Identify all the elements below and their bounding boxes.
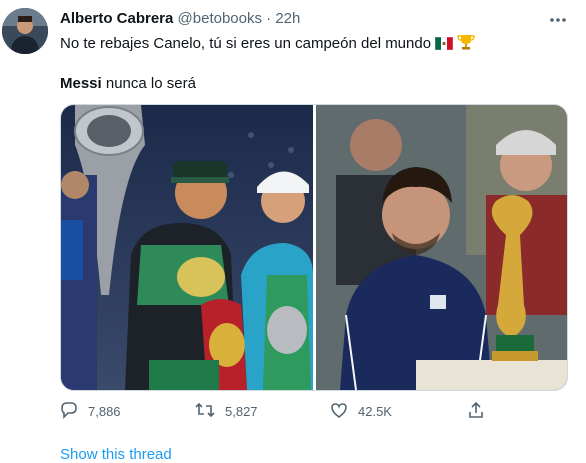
share-icon	[467, 401, 485, 422]
tweet-text: No te rebajes Canelo, tú si eres un camp…	[60, 35, 432, 52]
like-count: 42.5K	[358, 403, 392, 419]
like-button[interactable]: 42.5K	[330, 400, 392, 422]
tweet-text-rest: nunca lo será	[101, 75, 196, 92]
reply-count: 7,886	[88, 403, 121, 419]
retweet-icon	[195, 401, 215, 422]
trophy-icon	[457, 34, 475, 56]
show-thread-link[interactable]: Show this thread	[60, 446, 172, 463]
action-bar: 7,886 5,827 42.5K	[60, 400, 566, 422]
tweet-text-line-1: No te rebajes Canelo, tú si eres un camp…	[60, 34, 475, 56]
author-name[interactable]: Alberto Cabrera	[60, 10, 173, 27]
retweet-count: 5,827	[225, 403, 258, 419]
tweet-text-line-2: Messi nunca lo será	[60, 74, 196, 94]
reply-icon	[60, 401, 78, 422]
author-handle[interactable]: @betobooks	[178, 10, 262, 27]
share-button[interactable]	[467, 400, 485, 422]
tweet[interactable]: Alberto Cabrera @betobooks · 22h No te r…	[0, 0, 586, 463]
separator-dot: ·	[266, 10, 272, 27]
tweet-header: Alberto Cabrera @betobooks · 22h	[60, 10, 546, 30]
more-options-icon[interactable]	[548, 10, 568, 30]
mexico-flag-icon	[434, 36, 454, 56]
image-canelo[interactable]	[61, 105, 313, 390]
media-grid	[60, 104, 568, 391]
image-messi[interactable]	[316, 105, 567, 390]
avatar[interactable]	[2, 8, 48, 54]
tweet-text-bold: Messi	[60, 75, 102, 92]
heart-icon	[330, 401, 348, 422]
retweet-button[interactable]: 5,827	[195, 400, 258, 422]
tweet-time[interactable]: 22h	[275, 10, 300, 27]
reply-button[interactable]: 7,886	[60, 400, 121, 422]
